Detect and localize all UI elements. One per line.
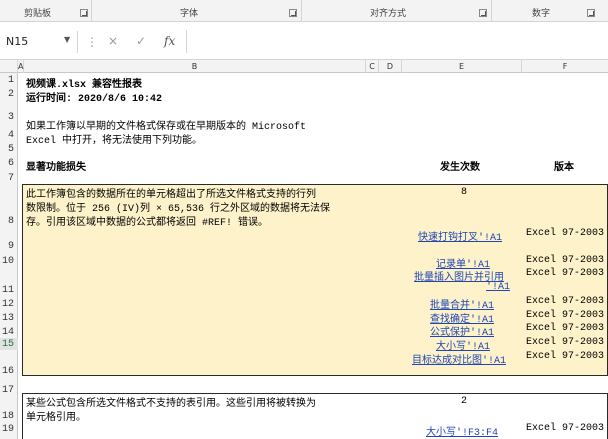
ribbon-group-label: 剪贴板	[24, 9, 52, 19]
header-occurrences: 发生次数	[440, 163, 480, 174]
ref-version: Excel 97-2003	[526, 296, 605, 307]
run-time: 运行时间: 2020/8/6 10:42	[26, 94, 163, 105]
name-box[interactable]: N15 ▼	[0, 31, 78, 53]
issue1-line-3: 存。引用该区域中数据的公式都将返回 #REF! 错误。	[26, 218, 269, 229]
issue2-count: 2	[461, 396, 468, 407]
ref-link[interactable]: 目标达成对比图'!A1	[412, 351, 506, 367]
row-header[interactable]: 17	[0, 385, 17, 396]
name-box-value: N15	[6, 35, 29, 48]
ribbon-group-label: 数字	[532, 9, 551, 19]
formula-input[interactable]	[186, 30, 608, 53]
ribbon-group-label: 字体	[180, 9, 199, 19]
function-icon[interactable]: fx	[164, 34, 175, 48]
issue2-line-2: 单元格引用。	[26, 413, 86, 424]
row-header[interactable]: 4	[0, 130, 17, 141]
row-header[interactable]: 14	[0, 327, 17, 338]
ref-link[interactable]: 大小写'!F3:F4	[426, 423, 498, 439]
row-header[interactable]: 11	[0, 285, 17, 296]
row-header[interactable]: 19	[0, 424, 17, 435]
row-header[interactable]: 12	[0, 299, 17, 310]
row-header-active[interactable]: 15	[0, 339, 17, 350]
ref-link[interactable]: '!A1	[486, 282, 510, 293]
font-launcher-icon[interactable]	[289, 9, 297, 17]
row-header[interactable]: 6	[0, 158, 17, 169]
select-all-corner[interactable]	[0, 60, 18, 73]
more-options-icon: ⋮	[86, 35, 98, 49]
enter-icon[interactable]: ✓	[136, 34, 146, 48]
row-header[interactable]: 3	[0, 112, 17, 123]
column-header-row: A B C D E F	[0, 60, 608, 73]
row-header[interactable]: 13	[0, 313, 17, 324]
row-header[interactable]: 8	[0, 216, 17, 227]
ref-version: Excel 97-2003	[526, 255, 605, 266]
ribbon-group-clipboard: 剪贴板	[0, 0, 92, 22]
ref-version: Excel 97-2003	[526, 337, 605, 348]
row-header[interactable]: 16	[0, 366, 17, 377]
clipboard-launcher-icon[interactable]	[80, 9, 88, 17]
ref-version: Excel 97-2003	[526, 268, 605, 279]
row-header[interactable]: 9	[0, 241, 17, 252]
ref-version: Excel 97-2003	[526, 423, 605, 434]
ribbon-group-number: 数字	[492, 0, 608, 22]
issue1-count: 8	[461, 187, 468, 198]
ref-version: Excel 97-2003	[526, 228, 605, 239]
ribbon: 剪贴板 字体 对齐方式 数字	[0, 0, 608, 22]
number-launcher-icon[interactable]	[587, 9, 595, 17]
ref-link[interactable]: 快速打钩打叉'!A1	[418, 228, 502, 244]
row-header[interactable]: 1	[0, 75, 17, 86]
chevron-down-icon[interactable]: ▼	[64, 35, 70, 44]
row-header[interactable]: 5	[0, 144, 17, 155]
intro-line-2: Excel 中打开，将无法使用下列功能。	[26, 136, 203, 147]
column-header-f[interactable]: F	[522, 60, 608, 73]
column-header-e[interactable]: E	[402, 60, 522, 73]
ref-version: Excel 97-2003	[526, 310, 605, 321]
row-header[interactable]: 7	[0, 173, 17, 184]
row-header[interactable]: 18	[0, 411, 17, 422]
ribbon-group-alignment: 对齐方式	[302, 0, 492, 22]
column-header-c[interactable]: C	[366, 60, 379, 73]
row-header[interactable]: 2	[0, 89, 17, 100]
column-header-d[interactable]: D	[379, 60, 402, 73]
row-header[interactable]: 10	[0, 256, 17, 267]
ribbon-group-label: 对齐方式	[370, 9, 407, 19]
cancel-icon[interactable]: ×	[108, 34, 118, 48]
row-header-column: 1 2 3 4 5 6 7 8 9 10 11 12 13 14 15 16 1…	[0, 73, 18, 439]
ref-version: Excel 97-2003	[526, 351, 605, 362]
alignment-launcher-icon[interactable]	[479, 9, 487, 17]
column-header-b[interactable]: B	[24, 60, 366, 73]
header-functionality-loss: 显著功能损失	[26, 163, 86, 174]
ref-version: Excel 97-2003	[526, 323, 605, 334]
ribbon-group-font: 字体	[92, 0, 302, 22]
header-version: 版本	[554, 163, 574, 174]
